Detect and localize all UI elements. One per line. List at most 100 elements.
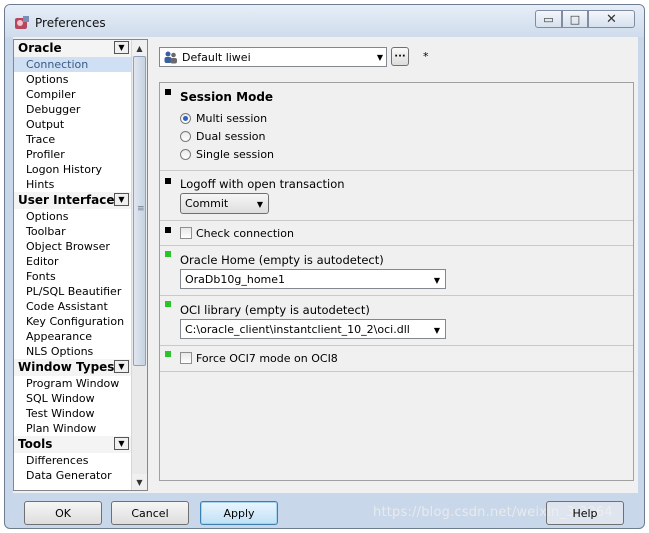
modified-indicator: *: [423, 50, 429, 63]
category-window-types[interactable]: Window Types ▼: [14, 359, 131, 376]
collapse-arrow-icon[interactable]: ▼: [114, 193, 129, 206]
radio-single-session[interactable]: Single session: [180, 146, 274, 162]
session-mode-section: Session Mode Multi session Dual session …: [160, 83, 633, 171]
oracle-home-section: Oracle Home (empty is autodetect) OraDb1…: [160, 246, 633, 296]
default-marker: [165, 178, 171, 184]
ok-button[interactable]: OK: [24, 501, 102, 525]
tree-item-debugger[interactable]: Debugger: [14, 102, 131, 117]
tree-item-code-assistant[interactable]: Code Assistant: [14, 299, 131, 314]
tree-item-output[interactable]: Output: [14, 117, 131, 132]
close-button[interactable]: ✕: [588, 10, 635, 28]
tree-item-fonts[interactable]: Fonts: [14, 269, 131, 284]
button-label: Apply: [223, 506, 255, 520]
section-title: Session Mode: [180, 90, 274, 104]
grip-icon: ≡: [137, 204, 145, 214]
radio-label: Dual session: [196, 129, 266, 143]
tree-item-object-browser[interactable]: Object Browser: [14, 239, 131, 254]
cancel-button[interactable]: Cancel: [111, 501, 189, 525]
modified-marker: [165, 251, 171, 257]
tree-item-differences[interactable]: Differences: [14, 453, 131, 468]
category-label: Window Types: [18, 360, 115, 374]
tree-item-hints[interactable]: Hints: [14, 177, 131, 192]
radio-label: Multi session: [196, 111, 268, 125]
dialog-client-area: Oracle ▼ Connection Options Compiler Deb…: [13, 37, 638, 493]
oci-library-combo[interactable]: C:\oracle_client\instantclient_10_2\oci.…: [180, 319, 446, 339]
dropdown-arrow-icon[interactable]: ▼: [377, 53, 383, 62]
tree-item-toolbar[interactable]: Toolbar: [14, 224, 131, 239]
tree-item-sql-window[interactable]: SQL Window: [14, 391, 131, 406]
check-connection-checkbox[interactable]: Check connection: [180, 225, 294, 241]
category-oracle[interactable]: Oracle ▼: [14, 40, 131, 57]
category-tree: Oracle ▼ Connection Options Compiler Deb…: [13, 39, 148, 491]
category-label: Oracle: [18, 41, 62, 55]
collapse-arrow-icon[interactable]: ▼: [114, 437, 129, 450]
category-user-interface[interactable]: User Interface ▼: [14, 192, 131, 209]
modified-marker: [165, 351, 171, 357]
tree-item-ui-options[interactable]: Options: [14, 209, 131, 224]
logoff-action-select[interactable]: Commit ▼: [180, 193, 269, 214]
button-label: OK: [55, 506, 71, 520]
checkbox-icon[interactable]: [180, 352, 192, 364]
force-oci7-checkbox[interactable]: Force OCI7 mode on OCI8: [180, 350, 338, 366]
force-oci7-section: Force OCI7 mode on OCI8: [160, 346, 633, 372]
minimize-icon: ▭: [543, 12, 554, 26]
section-title: Logoff with open transaction: [180, 177, 345, 191]
logoff-section: Logoff with open transaction Commit ▼: [160, 171, 633, 221]
tree-item-compiler[interactable]: Compiler: [14, 87, 131, 102]
help-button[interactable]: Help: [546, 501, 624, 525]
radio-label: Single session: [196, 147, 275, 161]
button-label: Help: [572, 506, 598, 520]
radio-multi-session[interactable]: Multi session: [180, 110, 267, 126]
profile-edit-button[interactable]: ···: [391, 47, 409, 66]
scroll-down-icon[interactable]: ▼: [132, 474, 147, 490]
tree-item-nls-options[interactable]: NLS Options: [14, 344, 131, 359]
dropdown-arrow-icon[interactable]: ▼: [257, 200, 263, 209]
tree-item-editor[interactable]: Editor: [14, 254, 131, 269]
section-title: OCI library (empty is autodetect): [180, 303, 370, 317]
tree-item-plan-window[interactable]: Plan Window: [14, 421, 131, 436]
default-marker: [165, 227, 171, 233]
combo-value: C:\oracle_client\instantclient_10_2\oci.…: [185, 323, 410, 336]
tree-item-program-window[interactable]: Program Window: [14, 376, 131, 391]
collapse-arrow-icon[interactable]: ▼: [114, 41, 129, 54]
collapse-arrow-icon[interactable]: ▼: [114, 360, 129, 373]
tree-item-test-window[interactable]: Test Window: [14, 406, 131, 421]
tree-item-data-generator[interactable]: Data Generator: [14, 468, 131, 483]
radio-icon[interactable]: [180, 148, 191, 160]
window-title: Preferences: [35, 16, 106, 30]
tree-item-appearance[interactable]: Appearance: [14, 329, 131, 344]
tree-scrollbar[interactable]: ▲ ≡ ▼: [131, 40, 147, 490]
minimize-button[interactable]: ▭: [535, 10, 562, 28]
app-icon: [15, 16, 29, 29]
tree-item-profiler[interactable]: Profiler: [14, 147, 131, 162]
dropdown-arrow-icon[interactable]: ▼: [434, 326, 440, 335]
check-connection-section: Check connection: [160, 221, 633, 246]
profile-select[interactable]: Default liwei ▼: [159, 47, 387, 67]
radio-selected-icon[interactable]: [180, 112, 191, 124]
section-title: Oracle Home (empty is autodetect): [180, 253, 384, 267]
category-tools[interactable]: Tools ▼: [14, 436, 131, 453]
maximize-button[interactable]: □: [562, 10, 588, 28]
oracle-home-combo[interactable]: OraDb10g_home1 ▼: [180, 269, 446, 289]
radio-dual-session[interactable]: Dual session: [180, 128, 265, 144]
users-icon: [164, 51, 177, 64]
tree-item-plsql-beautifier[interactable]: PL/SQL Beautifier: [14, 284, 131, 299]
dropdown-arrow-icon[interactable]: ▼: [434, 276, 440, 285]
tree-item-trace[interactable]: Trace: [14, 132, 131, 147]
scroll-up-icon[interactable]: ▲: [132, 40, 147, 56]
oci-library-section: OCI library (empty is autodetect) C:\ora…: [160, 296, 633, 346]
select-value: Commit: [185, 197, 229, 210]
tree-item-logon-history[interactable]: Logon History: [14, 162, 131, 177]
modified-marker: [165, 301, 171, 307]
apply-button[interactable]: Apply: [200, 501, 278, 525]
tree-item-connection[interactable]: Connection: [14, 57, 131, 72]
tree-item-options[interactable]: Options: [14, 72, 131, 87]
checkbox-icon[interactable]: [180, 227, 192, 239]
scrollbar-thumb[interactable]: ≡: [133, 56, 146, 366]
checkbox-label: Force OCI7 mode on OCI8: [196, 351, 338, 365]
tree-item-key-configuration[interactable]: Key Configuration: [14, 314, 131, 329]
connection-settings: Session Mode Multi session Dual session …: [159, 82, 634, 481]
radio-icon[interactable]: [180, 130, 191, 142]
ellipsis-icon: ···: [394, 51, 406, 62]
profile-row: Default liwei ▼ ··· *: [159, 47, 429, 69]
